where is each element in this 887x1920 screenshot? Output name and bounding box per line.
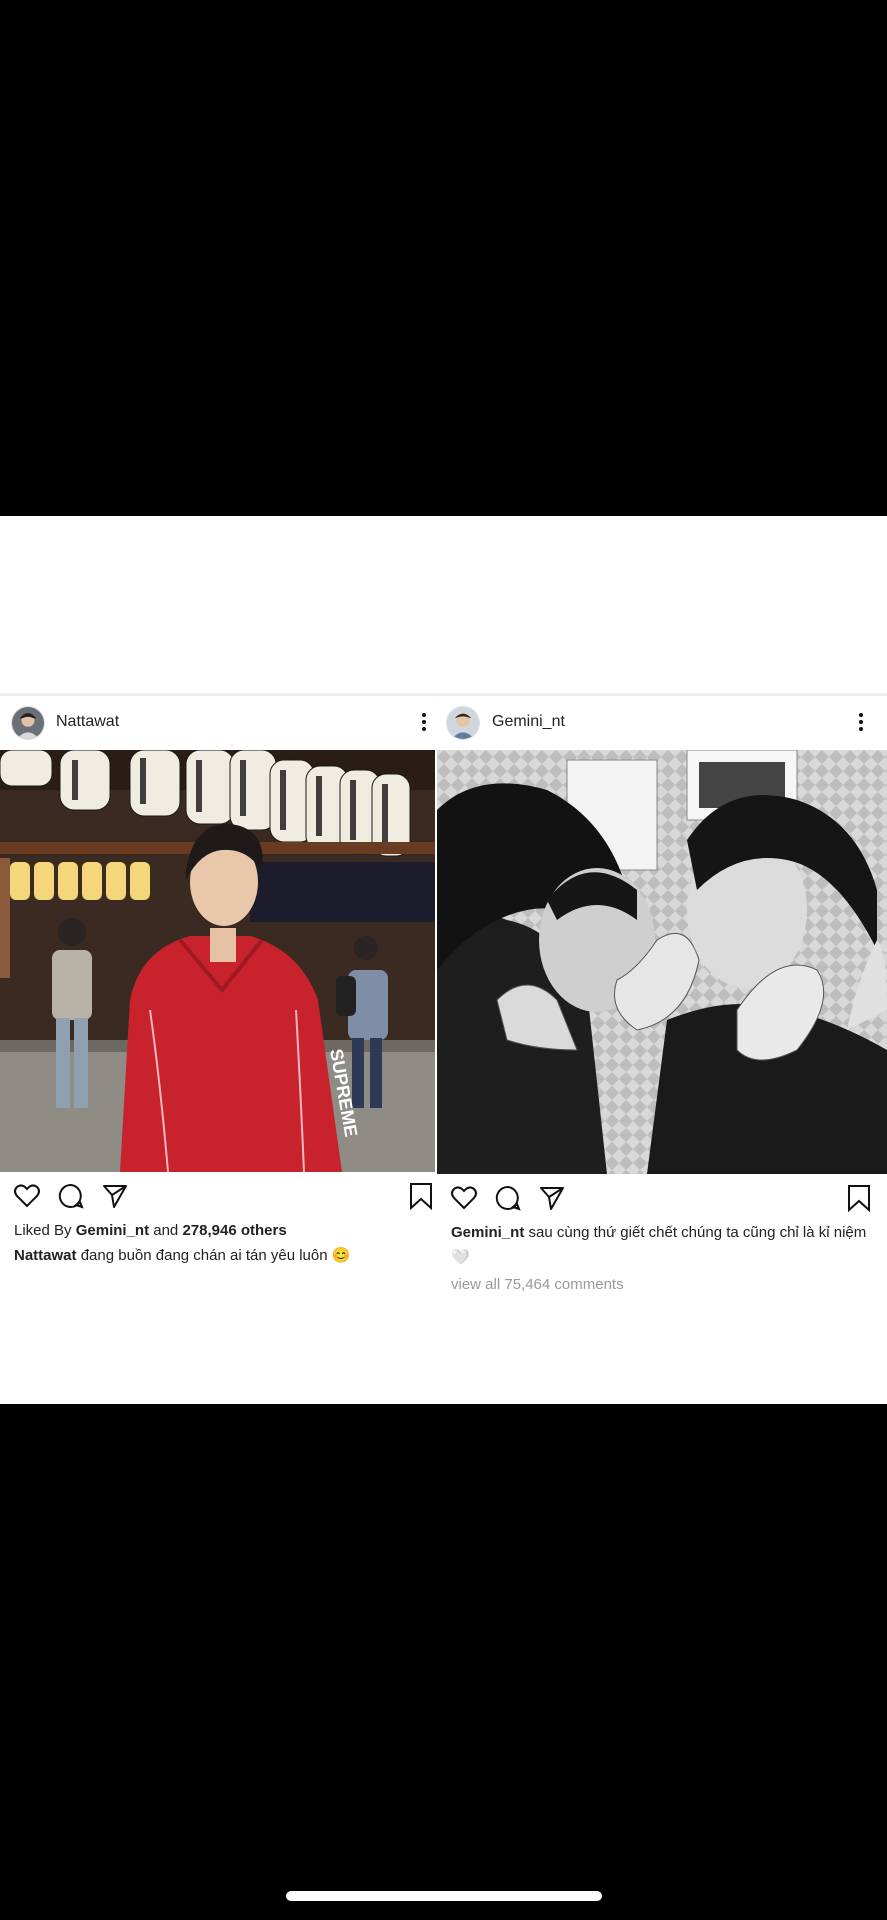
heart-icon[interactable] bbox=[450, 1184, 478, 1212]
post-left: Nattawat SUPREME Liked By Gemini_nt and … bbox=[0, 696, 436, 1268]
paper-plane-icon[interactable] bbox=[538, 1184, 566, 1212]
more-vertical-icon[interactable] bbox=[418, 710, 430, 734]
heart-icon[interactable] bbox=[13, 1182, 41, 1210]
post-actions bbox=[437, 1174, 887, 1220]
post-meta: Gemini_nt sau cùng thứ giết chết chúng t… bbox=[437, 1220, 887, 1297]
caption-user[interactable]: Gemini_nt bbox=[451, 1224, 524, 1241]
view-comments-link[interactable]: view all 75,464 comments bbox=[451, 1272, 873, 1297]
bookmark-icon[interactable] bbox=[407, 1182, 435, 1210]
caption-user[interactable]: Nattawat bbox=[14, 1247, 77, 1264]
comment-icon[interactable] bbox=[494, 1184, 522, 1212]
caption-line: Nattawat đang buồn đang chán ai tán yêu … bbox=[14, 1243, 422, 1268]
post-header: Gemini_nt bbox=[437, 696, 887, 750]
comment-icon[interactable] bbox=[57, 1182, 85, 1210]
post-photo[interactable]: SUPREME bbox=[0, 750, 435, 1172]
caption-line: Gemini_nt sau cùng thứ giết chết chúng t… bbox=[451, 1220, 873, 1270]
post-meta: Liked By Gemini_nt and 278,946 others Na… bbox=[0, 1218, 436, 1268]
bookmark-icon[interactable] bbox=[845, 1184, 873, 1212]
avatar[interactable] bbox=[446, 706, 480, 740]
more-vertical-icon[interactable] bbox=[855, 710, 867, 734]
post-right: Gemini_nt Gemini_nt sau cùng thứ giết ch… bbox=[437, 696, 887, 1297]
likes-count[interactable]: 278,946 others bbox=[182, 1222, 286, 1239]
username[interactable]: Gemini_nt bbox=[492, 713, 565, 731]
likes-prefix: Liked By bbox=[14, 1222, 72, 1239]
screen: Nattawat SUPREME Liked By Gemini_nt and … bbox=[0, 0, 887, 1920]
post-actions bbox=[0, 1172, 436, 1218]
avatar[interactable] bbox=[11, 706, 45, 740]
post-photo[interactable] bbox=[437, 750, 887, 1174]
username[interactable]: Nattawat bbox=[56, 713, 119, 731]
caption-text: đang buồn đang chán ai tán yêu luôn 😊 bbox=[80, 1247, 351, 1264]
post-comparison: Nattawat SUPREME Liked By Gemini_nt and … bbox=[0, 516, 887, 1404]
home-indicator[interactable] bbox=[286, 1891, 602, 1901]
post-header: Nattawat bbox=[0, 696, 436, 750]
likes-user[interactable]: Gemini_nt bbox=[76, 1222, 149, 1239]
paper-plane-icon[interactable] bbox=[101, 1182, 129, 1210]
likes-and: and bbox=[153, 1222, 179, 1239]
likes-line: Liked By Gemini_nt and 278,946 others bbox=[14, 1218, 422, 1243]
